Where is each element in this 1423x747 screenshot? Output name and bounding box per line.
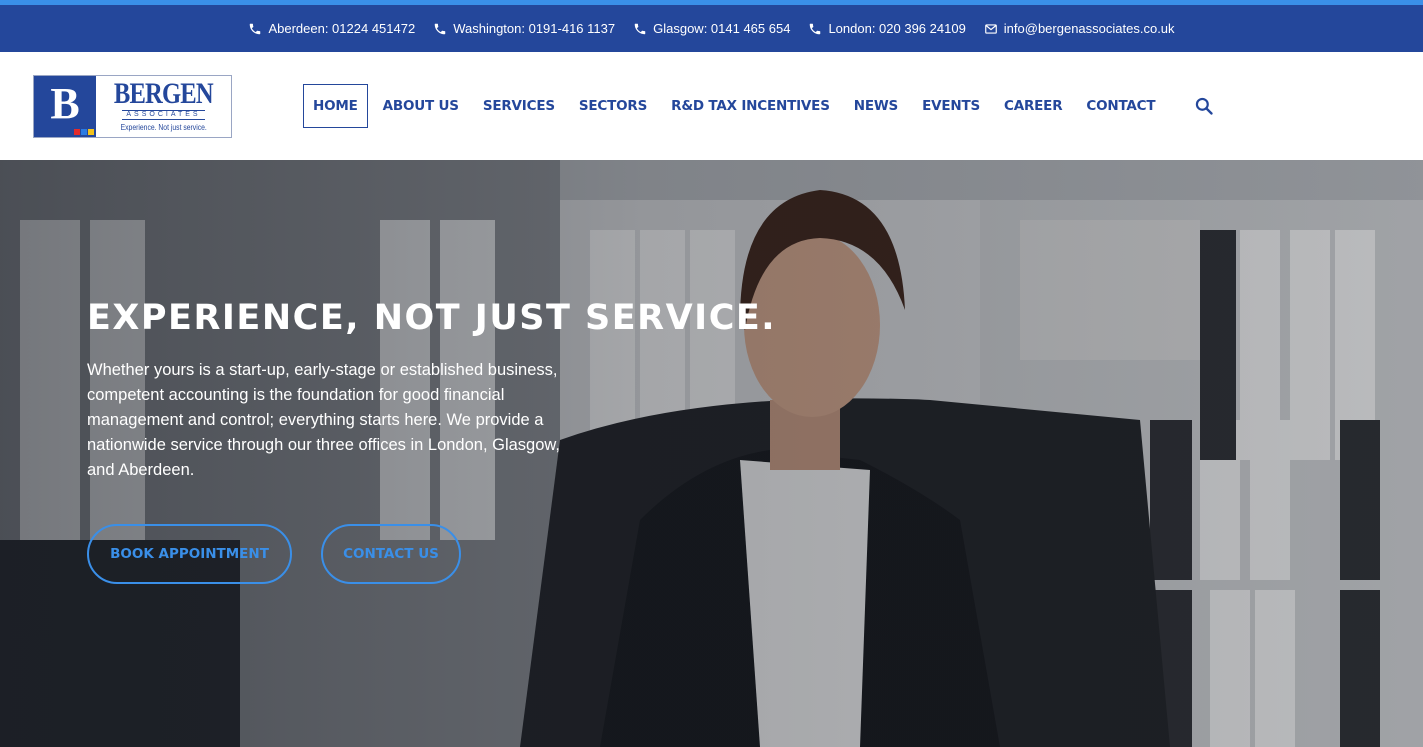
search-icon[interactable] [1194,96,1214,116]
nav-sectors[interactable]: SECTORS [570,84,656,128]
logo-tagline: Experience. Not just service. [120,123,207,132]
nav-about-us[interactable]: ABOUT US [374,84,468,128]
nav-rd-tax-incentives[interactable]: R&D TAX INCENTIVES [662,84,839,128]
top-contact-bar: Aberdeen: 01224 451472 Washington: 0191-… [0,0,1423,52]
logo-square-yellow [88,129,94,135]
logo-square-red [74,129,80,135]
logo-letter: B [50,79,80,128]
nav-events[interactable]: EVENTS [913,84,989,128]
logo-mark: B [34,76,96,137]
contact-washington-label: Washington: 0191-416 1137 [453,21,616,36]
nav-career[interactable]: CAREER [995,84,1071,128]
phone-icon [248,22,262,36]
contact-washington[interactable]: Washington: 0191-416 1137 [433,21,615,36]
contact-email-label: info@bergenassociates.co.uk [1003,21,1175,36]
hero-description: Whether yours is a start-up, early-stage… [87,361,560,479]
contact-aberdeen[interactable]: Aberdeen: 01224 451472 [248,21,415,36]
logo-squares [74,129,94,135]
hero-section: EXPERIENCE, NOT JUST SERVICE. Whether yo… [0,160,1423,747]
nav-home[interactable]: HOME [303,84,368,128]
nav-services[interactable]: SERVICES [474,84,564,128]
logo-wordmark: BERGEN ASSOCIATES Experience. Not just s… [96,76,231,137]
contact-email[interactable]: info@bergenassociates.co.uk [984,21,1175,36]
contact-glasgow-label: Glasgow: 0141 465 654 [653,21,791,36]
contact-london[interactable]: London: 020 396 24109 [808,21,966,36]
mail-icon [984,22,998,36]
contact-london-label: London: 020 396 24109 [828,21,966,36]
hero-title: EXPERIENCE, NOT JUST SERVICE. [87,298,777,338]
main-nav: HOME ABOUT US SERVICES SECTORS R&D TAX I… [303,84,1170,128]
nav-news[interactable]: NEWS [845,84,907,128]
bergen-logo[interactable]: B BERGEN ASSOCIATES Experience. Not just… [33,75,232,138]
logo-sub: ASSOCIATES [122,110,205,120]
phone-icon [433,22,447,36]
logo-square-blue [81,129,87,135]
contact-glasgow[interactable]: Glasgow: 0141 465 654 [633,21,790,36]
contact-aberdeen-label: Aberdeen: 01224 451472 [268,21,416,36]
phone-icon [633,22,647,36]
contact-us-button[interactable]: CONTACT US [321,524,461,584]
nav-contact[interactable]: CONTACT [1077,84,1164,128]
logo-name: BERGEN [114,77,214,110]
site-header: B BERGEN ASSOCIATES Experience. Not just… [0,52,1423,160]
book-appointment-button[interactable]: BOOK APPOINTMENT [87,524,292,584]
phone-icon [808,22,822,36]
